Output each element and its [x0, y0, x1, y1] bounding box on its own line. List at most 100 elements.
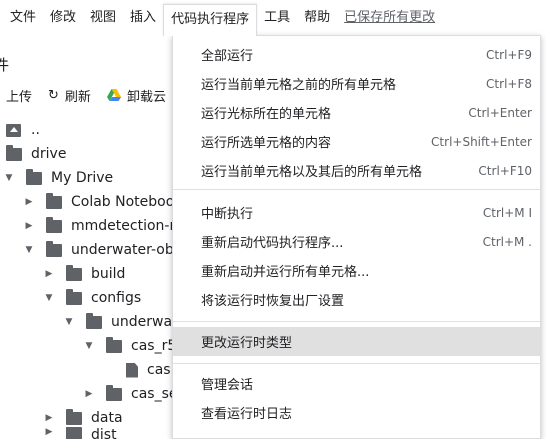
menu-separator	[173, 321, 540, 322]
tree-row-cas-se[interactable]: ▶ cas_se	[82, 382, 177, 406]
tree-label: ..	[31, 122, 40, 138]
menu-help[interactable]: 帮助	[297, 0, 337, 36]
caret-down-icon[interactable]: ▼	[2, 173, 16, 183]
menu-item-shortcut: Ctrl+F9	[486, 47, 532, 62]
runtime-menu-dropdown: 全部运行 Ctrl+F9 运行当前单元格之前的所有单元格 Ctrl+F8 运行光…	[172, 35, 541, 439]
caret-down-icon[interactable]: ▼	[82, 341, 96, 351]
folder-icon	[106, 384, 122, 401]
tree-row-build[interactable]: ▶ build	[42, 262, 125, 286]
menu-item-run-focused[interactable]: 运行光标所在的单元格 Ctrl+Enter	[173, 98, 540, 127]
caret-right-icon[interactable]: ▶	[22, 197, 36, 207]
parent-folder-icon	[6, 123, 21, 137]
menu-item-label: 重新启动并运行所有单元格...	[201, 265, 370, 280]
tree-row-configs[interactable]: ▼ configs	[42, 286, 141, 310]
menu-edit[interactable]: 修改	[43, 0, 83, 36]
tree-label: underwater-obje	[71, 242, 187, 258]
menu-item-label: 运行光标所在的单元格	[201, 107, 332, 122]
tree-row-drive[interactable]: drive	[6, 142, 66, 166]
menu-item-label: 运行当前单元格以及其后的所有单元格	[201, 165, 423, 180]
menu-item-label: 中断执行	[201, 207, 254, 222]
panel-title: 件	[0, 56, 10, 74]
caret-down-icon[interactable]: ▼	[22, 245, 36, 255]
tree-label: drive	[31, 146, 67, 162]
menu-item-label: 运行当前单元格之前的所有单元格	[201, 78, 397, 93]
menu-item-restart-runtime[interactable]: 重新启动代码执行程序... Ctrl+M .	[173, 227, 540, 256]
menu-item-run-after[interactable]: 运行当前单元格以及其后的所有单元格 Ctrl+F10	[173, 156, 540, 185]
menu-item-label: 全部运行	[201, 49, 254, 64]
menu-file[interactable]: 文件	[0, 0, 43, 36]
tree-row-underwater-object[interactable]: ▼ underwater-obje	[22, 238, 186, 262]
tree-row-underwater[interactable]: ▼ underwate	[62, 310, 186, 334]
tree-label: configs	[91, 290, 142, 306]
menu-separator	[173, 189, 540, 190]
menubar: 文件 修改 视图 插入 代码执行程序 工具 帮助 已保存所有更改	[0, 0, 546, 36]
menu-item-restart-and-run-all[interactable]: 重新启动并运行所有单元格...	[173, 256, 540, 285]
tree-label: cas_r5	[131, 338, 177, 354]
caret-right-icon[interactable]: ▶	[42, 269, 56, 279]
menu-item-factory-reset[interactable]: 将该运行时恢复出厂设置	[173, 285, 540, 314]
folder-icon	[6, 144, 22, 161]
menu-item-shortcut: Ctrl+M .	[482, 234, 532, 249]
folder-icon	[46, 240, 62, 257]
menu-view[interactable]: 视图	[83, 0, 123, 36]
caret-right-icon[interactable]: ▶	[82, 389, 96, 399]
tree-row-parent[interactable]: ..	[6, 118, 40, 142]
caret-right-icon[interactable]: ▶	[42, 427, 56, 437]
menu-item-manage-sessions[interactable]: 管理会话	[173, 369, 540, 398]
tree-row-cas-file[interactable]: cas	[126, 358, 171, 382]
tree-label: build	[91, 266, 126, 282]
menu-item-label: 重新启动代码执行程序...	[201, 236, 344, 251]
save-status-link[interactable]: 已保存所有更改	[337, 0, 442, 36]
upload-label: 上传	[6, 89, 33, 105]
caret-right-icon[interactable]: ▶	[42, 413, 56, 423]
menu-runtime[interactable]: 代码执行程序	[163, 4, 258, 36]
tree-row-cas-r5[interactable]: ▼ cas_r5	[82, 334, 176, 358]
unmount-label: 卸载云	[126, 89, 166, 105]
refresh-icon: ↻	[48, 87, 59, 103]
tree-row-colab-notebooks[interactable]: ▶ Colab Notebooks	[22, 190, 190, 214]
caret-down-icon[interactable]: ▼	[42, 293, 56, 303]
refresh-label: 刷新	[64, 89, 91, 105]
files-toolbar: 上传 ↻ 刷新 卸载云	[0, 84, 182, 106]
menu-item-label: 查看运行时日志	[201, 407, 293, 422]
folder-icon	[66, 288, 82, 305]
menu-item-shortcut: Ctrl+Enter	[468, 105, 532, 120]
menu-item-shortcut: Ctrl+M I	[482, 205, 532, 220]
menu-item-interrupt[interactable]: 中断执行 Ctrl+M I	[173, 198, 540, 227]
menu-tools[interactable]: 工具	[257, 0, 297, 36]
folder-icon	[66, 408, 82, 425]
menu-item-change-runtime-type[interactable]: 更改运行时类型	[173, 327, 540, 356]
menu-item-label: 更改运行时类型	[201, 336, 293, 351]
menu-item-view-runtime-logs[interactable]: 查看运行时日志	[173, 398, 540, 427]
unmount-drive-button[interactable]: 卸载云	[106, 86, 166, 105]
menu-item-run-selection[interactable]: 运行所选单元格的内容 Ctrl+Shift+Enter	[173, 127, 540, 156]
google-drive-icon	[106, 89, 121, 101]
menu-insert[interactable]: 插入	[123, 0, 163, 36]
caret-right-icon[interactable]: ▶	[22, 221, 36, 231]
folder-icon	[26, 168, 42, 185]
menu-item-shortcut: Ctrl+Shift+Enter	[431, 134, 532, 149]
folder-icon	[46, 216, 62, 233]
menu-item-label: 将该运行时恢复出厂设置	[201, 294, 345, 309]
menu-item-run-before[interactable]: 运行当前单元格之前的所有单元格 Ctrl+F8	[173, 69, 540, 98]
menu-item-label: 管理会话	[201, 378, 254, 393]
folder-icon	[66, 427, 82, 439]
menu-item-shortcut: Ctrl+F8	[486, 76, 532, 91]
tree-row-mmdetection[interactable]: ▶ mmdetection-ma	[22, 214, 192, 238]
menu-separator	[173, 363, 540, 364]
tree-row-dist[interactable]: ▶ dist	[42, 427, 117, 439]
menu-item-label: 运行所选单元格的内容	[201, 136, 332, 151]
folder-icon	[46, 192, 62, 209]
caret-down-icon[interactable]: ▼	[62, 317, 76, 327]
menu-item-shortcut: Ctrl+F10	[478, 163, 532, 178]
refresh-button[interactable]: ↻ 刷新	[48, 86, 91, 105]
tree-label: cas_se	[131, 386, 178, 402]
upload-button[interactable]: 上传	[6, 86, 32, 105]
folder-icon	[106, 336, 122, 353]
file-icon	[126, 362, 138, 378]
tree-label: data	[91, 410, 123, 426]
tree-row-my-drive[interactable]: ▼ My Drive	[2, 166, 113, 190]
tree-label: cas	[147, 362, 171, 378]
menu-item-run-all[interactable]: 全部运行 Ctrl+F9	[173, 40, 540, 69]
folder-icon	[86, 312, 102, 329]
